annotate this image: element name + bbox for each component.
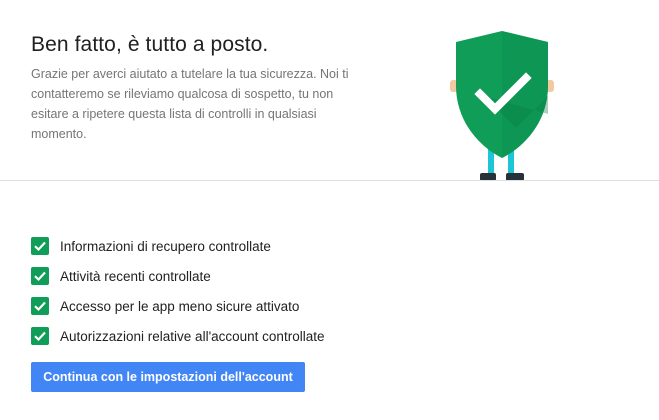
checklist-item-label: Informazioni di recupero controllate [60, 238, 271, 254]
checklist-item-account-permissions: Autorizzazioni relative all'account cont… [31, 321, 324, 351]
checklist-item-label: Attività recenti controllate [60, 268, 211, 284]
checkbox-checked-icon [31, 237, 49, 255]
checkbox-checked-icon [31, 327, 49, 345]
page-description: Grazie per averci aiutato a tutelare la … [31, 67, 349, 141]
page-title: Ben fatto, è tutto a posto. [31, 33, 269, 56]
continue-to-account-settings-button[interactable]: Continua con le impostazioni dell'accoun… [31, 362, 305, 392]
security-checklist: Informazioni di recupero controllate Att… [31, 231, 324, 351]
checklist-item-label: Accesso per le app meno sicure attivato [60, 298, 300, 314]
shield-mascot-illustration [446, 28, 558, 181]
section-divider [0, 180, 659, 181]
checkbox-checked-icon [31, 297, 49, 315]
header-section: Ben fatto, è tutto a posto. Grazie per a… [0, 0, 659, 181]
checkbox-checked-icon [31, 267, 49, 285]
checklist-item-less-secure-apps: Accesso per le app meno sicure attivato [31, 291, 324, 321]
shield-checkmark-icon [450, 31, 554, 181]
checklist-item-recent-activity: Attività recenti controllate [31, 261, 324, 291]
checklist-item-label: Autorizzazioni relative all'account cont… [60, 328, 325, 344]
checklist-item-recovery-info: Informazioni di recupero controllate [31, 231, 324, 261]
